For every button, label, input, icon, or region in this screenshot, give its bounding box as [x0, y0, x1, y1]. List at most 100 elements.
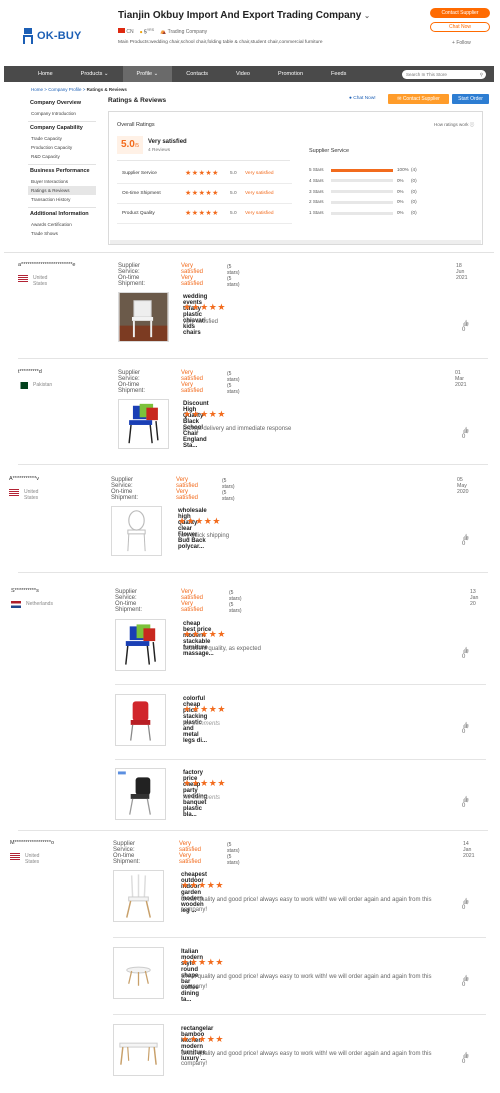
like-button[interactable]: 👍 0	[462, 320, 469, 333]
star-icon: ★	[181, 880, 190, 890]
star-icon: ★	[200, 778, 209, 788]
product-image[interactable]	[115, 619, 166, 671]
distribution-bar	[331, 211, 393, 215]
product-divider	[115, 684, 486, 685]
us-flag-icon	[18, 275, 28, 282]
company-name[interactable]: Tianjin Okbuy Import And Export Trading …	[118, 10, 370, 21]
product-divider	[113, 1014, 486, 1015]
like-count: 0	[462, 982, 466, 988]
review-comment: very satisfied	[183, 319, 219, 325]
like-count: 0	[462, 327, 466, 333]
star-icon: ★	[200, 704, 209, 714]
nav-contacts[interactable]: Contacts	[172, 66, 222, 82]
like-button[interactable]: 👍 0	[462, 647, 469, 660]
star-icon: ★	[189, 1034, 199, 1044]
category-ratings: Supplier Service ★★★★★ 5.0 Very satisfied On…	[117, 164, 292, 224]
thumbs-up-icon: 👍	[462, 648, 470, 654]
product-image[interactable]	[118, 292, 169, 342]
product-image[interactable]	[111, 506, 162, 556]
sidebar-heading-capability: Company Capability	[30, 125, 83, 131]
review-date: 18 Jun 2021	[456, 263, 468, 281]
product-image[interactable]	[113, 947, 164, 999]
distribution-label: 4 Stars	[309, 177, 324, 183]
breadcrumb-profile[interactable]: Company Profile	[48, 87, 81, 92]
nav-promotion[interactable]: Promotion	[264, 66, 317, 82]
distribution-label: 1 Stars	[309, 210, 324, 216]
ontime-shipment-stars: (5 stars)	[227, 854, 240, 866]
star-icon: ★	[191, 302, 201, 312]
header-contact-supplier-button[interactable]: Contact Supplier	[430, 8, 490, 18]
contact-supplier-button[interactable]: ✉ Contact Supplier	[388, 94, 449, 104]
product-image[interactable]	[118, 399, 169, 449]
reviewer-name: a************************e	[18, 262, 76, 268]
like-button[interactable]: 👍 0	[462, 1052, 469, 1065]
star-icon: ★	[191, 170, 199, 177]
search-icon[interactable]: ⚲	[480, 70, 483, 79]
review-comment: No comments	[183, 795, 221, 801]
review-comment: Great quality and good price! always eas…	[181, 974, 432, 990]
product-name[interactable]: wedding events tiffany plastic chiavari …	[183, 294, 207, 336]
nav-home[interactable]: Home	[4, 66, 67, 82]
supplier-service-value: Very satisfied	[181, 589, 204, 601]
star-rating: ★★★★★	[181, 1034, 224, 1045]
company-logo[interactable]: OK-BUY	[22, 28, 82, 44]
distribution-bar	[331, 200, 393, 204]
sidebar-item-rd-capacity[interactable]: R&D Capacity	[28, 152, 96, 161]
star-icon: ★	[215, 880, 224, 890]
star-icon: ★	[198, 1034, 207, 1044]
star-icon: ★	[183, 302, 192, 312]
sidebar-item-transaction-history[interactable]: Transaction History	[28, 195, 96, 204]
nav-feeds[interactable]: Feeds	[317, 66, 360, 82]
ontime-shipment-label: On-time Shipment:	[118, 275, 146, 287]
supplier-service-value: Very satisfied	[181, 370, 204, 382]
ontime-shipment-stars: (5 stars)	[227, 383, 240, 395]
ontime-shipment-label: On-time Shipment:	[115, 601, 143, 613]
like-button[interactable]: 👍 0	[462, 975, 469, 988]
star-rating: ★★★★★	[183, 302, 226, 313]
review-divider	[18, 358, 488, 359]
distribution-percent: 0%	[397, 177, 404, 183]
sidebar-item-ratings-reviews[interactable]: Ratings & Reviews	[28, 186, 96, 195]
breadcrumb-home[interactable]: Home	[31, 87, 43, 92]
sidebar-item-awards[interactable]: Awards Certification	[28, 220, 96, 229]
nav-products[interactable]: Products ⌄	[67, 66, 123, 82]
sidebar-item-trade-shows[interactable]: Trade Shows	[28, 229, 96, 238]
product-image[interactable]	[113, 1024, 164, 1076]
product-image[interactable]	[115, 694, 166, 746]
chevron-down-icon[interactable]: ⌄	[364, 13, 370, 20]
product-name[interactable]: wholesale high quality clear Flower Bud …	[178, 508, 207, 550]
start-order-button[interactable]: Start Order	[452, 94, 489, 104]
like-button[interactable]: 👍 0	[462, 796, 469, 809]
sidebar-item-buyer-interactions[interactable]: Buyer Interactions	[28, 177, 96, 186]
reviewer-country: Pakistan	[18, 382, 52, 389]
product-image[interactable]	[113, 870, 164, 922]
follow-button[interactable]: + Follow	[452, 40, 471, 46]
like-button[interactable]: 👍 0	[462, 898, 469, 911]
distribution-label: 5 Stars	[309, 167, 324, 172]
review-divider	[18, 830, 488, 831]
like-button[interactable]: 👍 0	[462, 427, 469, 440]
how-ratings-work-link[interactable]: How ratings work ⓘ	[434, 122, 474, 128]
supplier-service-value: Very satisfied	[176, 477, 199, 489]
sidebar-item-production-capacity[interactable]: Production Capacity	[28, 143, 96, 152]
sidebar-item-trade-capacity[interactable]: Trade Capacity	[28, 134, 96, 143]
like-button[interactable]: 👍 0	[462, 722, 469, 735]
category-score: 5.0	[230, 191, 237, 196]
sidebar-heading-business: Business Performance	[30, 168, 90, 174]
sidebar-item-company-introduction[interactable]: Company Introduction	[28, 109, 96, 118]
star-rating: ★★★★★	[185, 169, 219, 177]
star-icon: ★	[198, 957, 207, 967]
chat-now-link[interactable]: ● Chat Now!	[349, 96, 376, 101]
nav-video[interactable]: Video	[222, 66, 264, 82]
like-button[interactable]: 👍 0	[462, 534, 469, 547]
panel-scrollbar[interactable]	[110, 240, 481, 244]
product-image[interactable]	[115, 768, 166, 820]
header-chat-now-button[interactable]: Chat Now	[430, 22, 490, 32]
distribution-label: 2 Stars	[309, 199, 324, 205]
store-search-input[interactable]: Search In This Store ⚲	[402, 69, 486, 79]
like-count: 0	[462, 654, 466, 660]
nav-profile[interactable]: Profile ⌄	[122, 66, 173, 82]
thumbs-up-icon: 👍	[462, 428, 470, 434]
ontime-shipment-stars: (5 stars)	[222, 490, 235, 502]
star-rating: ★★★★★	[181, 880, 224, 891]
